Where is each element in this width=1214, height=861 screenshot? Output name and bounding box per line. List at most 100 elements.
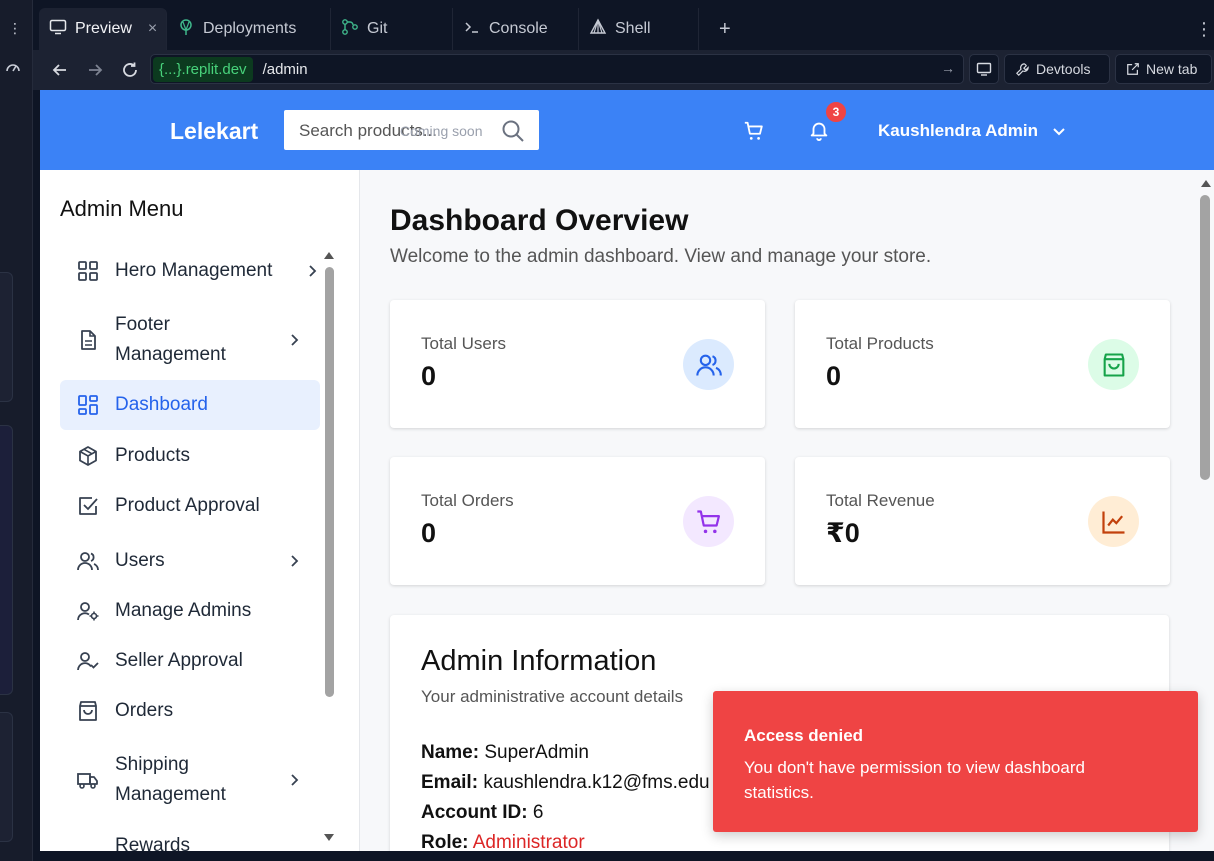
chevron-right-icon [288,553,302,575]
admin-sidebar: Admin Menu Hero Management Footer Manage… [40,170,360,851]
url-bar: {...}.replit.dev /admin → Devtools New t… [33,50,1214,90]
sidebar-item-products[interactable]: Products [60,435,320,477]
sidebar-item-label: Orders [115,700,174,721]
sidebar-scroll-thumb[interactable] [325,267,334,697]
close-icon[interactable]: × [148,20,157,38]
sidebar-item-shipping-management[interactable]: Shipping Management [60,750,320,810]
sidebar-item-label: Dashboard [115,394,208,415]
reload-button[interactable] [118,58,142,82]
ide-side-panel [0,272,13,402]
toast-message: You don't have permission to view dashbo… [744,758,1085,802]
git-icon [341,18,359,41]
main-scroll-thumb[interactable] [1200,195,1210,480]
sidebar-item-label: Product Approval [115,495,260,516]
page-subtitle: Welcome to the admin dashboard. View and… [390,246,932,267]
speedometer-icon[interactable] [5,60,21,79]
tab-label: Preview [75,20,132,37]
grid-icon [60,260,115,282]
sidebar-item-product-approval[interactable]: Product Approval [60,485,320,527]
sidebar-item-label: Hero Management [115,260,273,281]
tab-git[interactable]: Git [331,8,453,50]
admin-name-row: Name: SuperAdmin [421,742,589,764]
new-tab-label: New tab [1146,61,1198,77]
go-arrow-icon[interactable]: → [941,60,955,76]
stat-label: Total Revenue [826,491,935,510]
field-value: SuperAdmin [484,742,589,763]
stat-card-products: Total Products 0 [795,300,1170,428]
ide-tab-bar: Preview × Deployments Git Console Shell … [33,8,1214,50]
chevron-down-icon[interactable] [1051,123,1067,144]
ide-menu-icon[interactable]: ⋮ [8,20,22,37]
admin-info-title: Admin Information [421,645,657,677]
sidebar-item-orders[interactable]: Orders [60,690,320,732]
truck-icon [60,769,115,791]
sidebar-item-dashboard[interactable]: Dashboard [60,380,320,430]
url-input[interactable]: {...}.replit.dev /admin → [150,54,964,84]
sidebar-item-footer-management[interactable]: Footer Management [60,310,320,370]
wrench-icon [1016,62,1029,76]
dashboard-icon [60,394,115,416]
sidebar-item-label: Seller Approval [115,650,243,671]
bag-icon [60,700,115,722]
tab-console[interactable]: Console [453,8,579,50]
main-scroll-up-icon[interactable] [1200,178,1212,188]
sidebar-item-label: Footer Management [115,314,226,365]
tab-preview[interactable]: Preview × [39,8,167,50]
screen-icon [976,62,992,76]
user-cog-icon [60,600,115,622]
shell-icon [589,18,607,41]
tab-label: Shell [615,20,651,37]
sidebar-item-hero-management[interactable]: Hero Management [60,250,320,292]
users-icon [60,550,115,572]
chevron-right-icon [288,772,302,794]
sidebar-item-label: Products [115,445,190,466]
sidebar-item-label: Users [115,550,165,571]
sidebar-item-label: Shipping Management [115,754,226,805]
search-input[interactable]: Search products... Coming soon [284,110,539,150]
cart-icon [683,496,734,547]
plus-icon: + [719,17,731,40]
role-badge: Administrator [472,832,585,851]
stat-value: 0 [421,361,437,391]
sidebar-item-users[interactable]: Users [60,540,320,582]
devtools-button[interactable]: Devtools [1004,54,1110,84]
logo[interactable]: Lelekart [170,118,258,145]
forward-button[interactable] [83,58,107,82]
box-icon [60,445,115,467]
sidebar-item-rewards[interactable]: Rewards [60,825,320,851]
admin-email-row: Email: kaushlendra.k12@fms.edu [421,772,710,794]
field-label: Name: [421,742,480,763]
ide-side-panel [0,712,13,842]
bell-icon[interactable] [808,118,830,147]
sidebar-item-seller-approval[interactable]: Seller Approval [60,640,320,682]
page-title: Dashboard Overview [390,204,689,237]
admin-role-row: Role: Administrator [421,832,585,851]
ide-side-panel [0,425,13,695]
error-toast[interactable]: Access denied You don't have permission … [713,691,1198,832]
site-header: Lelekart Search products... Coming soon … [40,90,1214,170]
new-tab-button[interactable]: + [709,8,739,50]
url-path: /admin [262,60,308,78]
admin-id-row: Account ID: 6 [421,802,543,824]
tab-label: Deployments [203,20,297,37]
tab-label: Console [489,20,548,37]
user-menu[interactable]: Kaushlendra Admin [878,121,1038,141]
stat-card-revenue: Total Revenue ₹0 [795,457,1170,585]
cart-icon[interactable] [743,120,765,147]
document-icon [60,329,115,351]
back-button[interactable] [48,58,72,82]
notification-badge: 3 [824,100,848,124]
tab-menu-icon[interactable]: ⋮ [1185,8,1213,50]
app-viewport: Lelekart Search products... Coming soon … [40,90,1214,851]
new-tab-link-button[interactable]: New tab [1115,54,1212,84]
search-icon[interactable] [501,119,525,148]
stat-card-orders: Total Orders 0 [390,457,765,585]
admin-info-subtitle: Your administrative account details [421,687,684,706]
sidebar-item-manage-admins[interactable]: Manage Admins [60,590,320,632]
tab-deployments[interactable]: Deployments [167,8,331,50]
coming-soon-badge: Coming soon [400,123,483,139]
device-toggle-button[interactable] [969,54,999,84]
chevron-right-icon [306,263,320,285]
tab-shell[interactable]: Shell [579,8,699,50]
stat-label: Total Users [421,334,507,353]
